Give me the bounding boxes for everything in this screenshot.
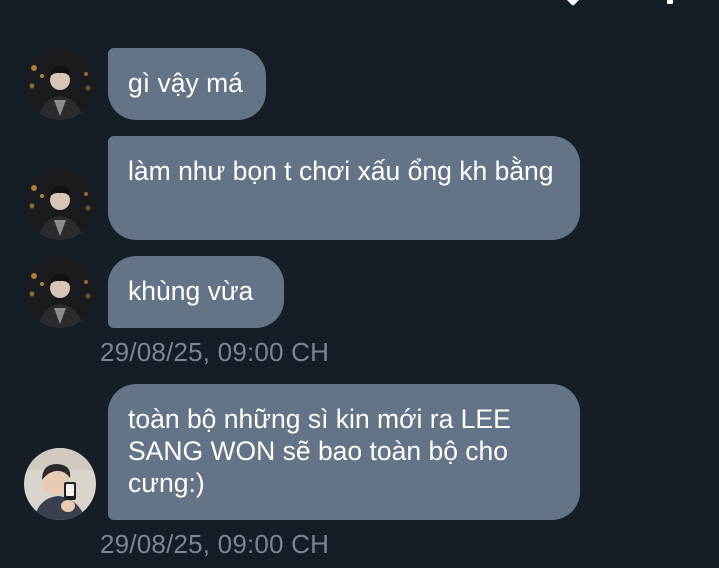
message-text: gì vậy má: [128, 68, 243, 98]
contact-avatar[interactable]: [24, 168, 96, 240]
message-text: làm như bọn t chơi xấu ổng kh bằng: [128, 156, 554, 186]
message-bubble[interactable]: làm như bọn t chơi xấu ổng kh bằng: [108, 136, 580, 240]
top-toolbar: [0, 0, 719, 8]
contact-avatar[interactable]: [24, 256, 96, 328]
message-bubble[interactable]: khùng vừa: [108, 256, 284, 328]
more-icon[interactable]: [667, 0, 673, 4]
message-text: toàn bộ những sì kin mới ra LEE SANG WON…: [128, 404, 511, 498]
message-timestamp: 29/08/25, 09:00 CH: [100, 337, 330, 367]
contact-avatar[interactable]: [24, 448, 96, 520]
message-timestamp: 29/08/25, 09:00 CH: [100, 529, 330, 559]
down-arrow-icon[interactable]: [565, 0, 581, 7]
message-bubble[interactable]: toàn bộ những sì kin mới ra LEE SANG WON…: [108, 384, 580, 520]
message-bubble[interactable]: gì vậy má: [108, 48, 266, 120]
contact-avatar[interactable]: [24, 48, 96, 120]
message-text: khùng vừa: [128, 276, 254, 306]
